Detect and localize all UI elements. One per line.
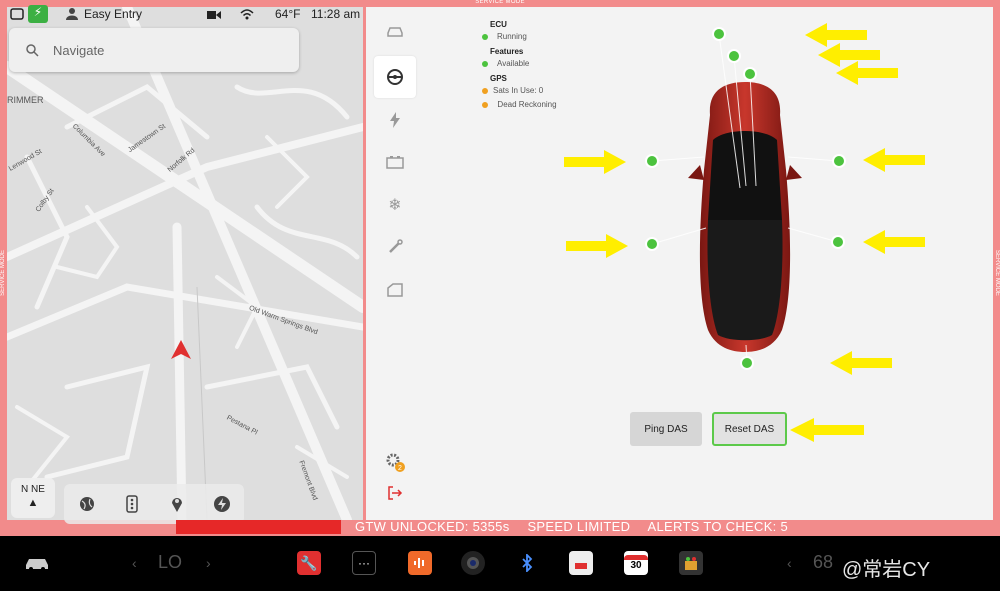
car-top-view <box>688 82 802 352</box>
gateway-timer-bar <box>176 520 341 534</box>
sensor-right-repeater <box>831 235 845 249</box>
status-title: Features <box>490 47 524 56</box>
alerts-to-check[interactable]: ALERTS TO CHECK: 5 <box>648 519 789 534</box>
toybox-icon[interactable] <box>569 551 593 575</box>
wifi-icon <box>240 9 254 20</box>
calendar-day: 30 <box>630 560 642 571</box>
pin-icon[interactable] <box>167 494 187 514</box>
service-mode-label-top: SERVICE MODE <box>475 0 525 5</box>
status-dot <box>482 102 488 108</box>
sensor-front-wide <box>743 67 757 81</box>
phone-icon <box>10 8 24 20</box>
service-mode-label-left: SERVICE MODE <box>0 250 6 296</box>
service-side-menu: ❄ 2 <box>366 7 422 520</box>
menu-battery-icon[interactable] <box>374 141 416 183</box>
gtw-unlocked-status: GTW UNLOCKED: 5355s <box>355 519 510 534</box>
car-icon[interactable] <box>24 555 50 571</box>
entertainment-icon[interactable] <box>679 551 703 575</box>
map-label: RIMMER <box>7 95 44 105</box>
menu-wrench-icon[interactable] <box>374 226 416 268</box>
sensor-left-repeater <box>645 237 659 251</box>
menu-power-icon[interactable] <box>374 99 416 141</box>
navigate-placeholder: Navigate <box>53 42 105 58</box>
service-wrench-icon[interactable]: 🔧 <box>297 551 321 575</box>
menu-vehicle-icon[interactable] <box>374 10 416 52</box>
reset-das-button[interactable]: Reset DAS <box>712 412 787 446</box>
climate-down-chevron-icon[interactable]: ‹ <box>132 555 137 571</box>
supercharger-icon[interactable] <box>212 494 232 514</box>
charging-icon[interactable]: ⚡ <box>28 5 48 23</box>
sensor-left-pillar <box>645 154 659 168</box>
more-apps-icon[interactable]: ··· <box>352 551 376 575</box>
bluetooth-icon[interactable] <box>515 551 539 575</box>
sensor-rear <box>740 356 754 370</box>
navigate-search-bar[interactable]: Navigate <box>9 28 299 72</box>
temperature: 64°F <box>275 7 301 21</box>
service-mode-label-right: SERVICE MODE <box>994 250 1000 296</box>
globe-icon[interactable] <box>77 494 97 514</box>
search-icon <box>26 44 39 57</box>
sensor-front-main <box>712 27 726 41</box>
calendar-icon[interactable]: 30 <box>624 551 648 575</box>
status-bar: ⚡ Easy Entry 64°F 11:28 am <box>7 5 363 24</box>
compass-button[interactable]: N NE ▲ <box>11 478 55 518</box>
menu-steering-wheel-icon[interactable] <box>374 56 416 98</box>
service-alert-bar[interactable]: GTW UNLOCKED: 5355s SPEED LIMITED ALERTS… <box>355 519 802 534</box>
status-value: Dead Reckoning <box>497 100 557 109</box>
clock: 11:28 am <box>311 7 361 21</box>
profile-icon <box>66 8 78 20</box>
passenger-temp[interactable]: 68 <box>813 552 833 573</box>
status-value: Running <box>497 32 527 41</box>
status-value: Available <box>497 59 530 68</box>
compass-arrow-icon: ▲ <box>27 497 39 509</box>
status-value: Sats In Use: 0 <box>493 86 544 95</box>
ping-das-button[interactable]: Ping DAS <box>630 412 702 446</box>
map-toolbar <box>64 484 244 524</box>
compass-heading: N NE <box>21 484 45 495</box>
status-dot <box>482 34 488 40</box>
map-roads <box>7 7 363 520</box>
menu-exit-icon[interactable] <box>374 472 416 514</box>
traffic-light-icon[interactable] <box>122 494 142 514</box>
menu-climate-icon[interactable]: ❄ <box>374 184 416 226</box>
sensor-right-pillar <box>832 154 846 168</box>
passenger-climate-down-chevron-icon[interactable]: ‹ <box>787 555 792 571</box>
watermark: @常岩CY <box>842 559 931 581</box>
climate-up-chevron-icon[interactable]: › <box>206 555 211 571</box>
driver-profile-name[interactable]: Easy Entry <box>84 7 142 21</box>
sensor-front-narrow <box>727 49 741 63</box>
status-group-ecu: ECU Running <box>482 19 557 43</box>
status-dot <box>482 61 488 67</box>
map-view[interactable]: RIMMER Columbia Ave Jamestown St Norfolk… <box>7 7 363 520</box>
reset-arrow-indicator <box>790 418 864 442</box>
status-group-gps: GPS Sats In Use: 0 Dead Reckoning <box>482 73 557 111</box>
status-dot <box>482 88 488 94</box>
svg-text:2: 2 <box>398 465 402 472</box>
das-status-list: ECU Running Features Available GPS Sats … <box>482 19 557 114</box>
camera-icon[interactable] <box>207 10 221 20</box>
menu-door-icon[interactable] <box>374 269 416 311</box>
camera-app-icon[interactable] <box>461 551 485 575</box>
driver-temp[interactable]: LO <box>158 552 182 573</box>
status-title: ECU <box>490 20 507 29</box>
status-group-features: Features Available <box>482 46 557 70</box>
das-sensor-diagram <box>564 23 925 375</box>
status-title: GPS <box>490 74 507 83</box>
speed-limited-status: SPEED LIMITED <box>527 519 631 534</box>
audio-app-icon[interactable] <box>408 551 432 575</box>
